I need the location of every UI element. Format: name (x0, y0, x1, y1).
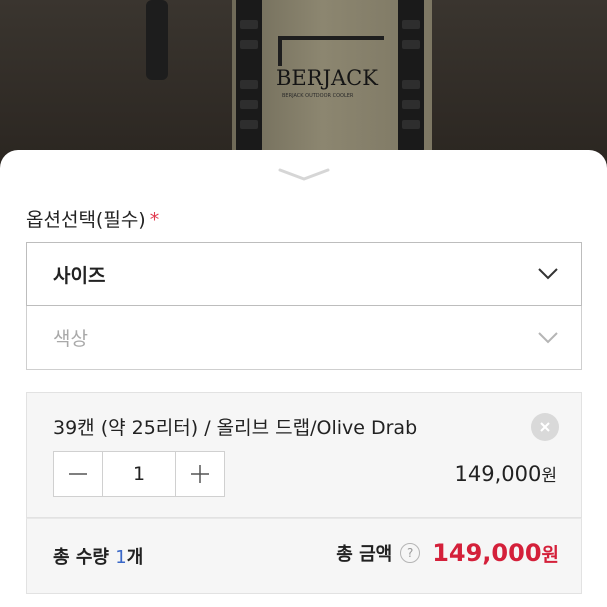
decrement-button[interactable] (54, 452, 102, 496)
close-icon (540, 422, 550, 432)
chevron-down-icon[interactable] (276, 164, 332, 184)
total-quantity-label: 총 수량 (53, 547, 109, 568)
total-quantity-unit: 개 (126, 547, 144, 568)
product-photo: BERJACK BERJACK OUTDOOR COOLER (0, 0, 607, 175)
bag-zipper (278, 36, 384, 40)
option-title-text: 옵션선택(필수) (26, 209, 146, 231)
option-title: 옵션선택(필수) * (26, 205, 159, 232)
brand-logo-text: BERJACK (276, 66, 378, 90)
chevron-down-icon (538, 268, 558, 280)
question-icon[interactable]: ? (400, 543, 421, 563)
option-bottom-sheet: 옵션선택(필수) * 사이즈 색상 39캔 (약 25리터) / 올리브 드랩/O… (0, 150, 607, 607)
product-option-page: BERJACK BERJACK OUTDOOR COOLER 옵션선택(필수) *… (0, 0, 607, 607)
size-select-label: 사이즈 (53, 264, 106, 287)
bag-zipper-pull (278, 38, 282, 66)
selected-item-name: 39캔 (약 25리터) / 올리브 드랩/Olive Drab (53, 417, 418, 439)
color-select[interactable]: 색상 (26, 306, 582, 370)
chevron-down-icon (538, 331, 558, 343)
brand-sub-text: BERJACK OUTDOOR COOLER (282, 93, 354, 99)
plus-icon (191, 465, 209, 483)
quantity-value[interactable]: 1 (102, 452, 176, 496)
total-quantity: 총 수량 1개 (53, 543, 143, 569)
color-select-label: 색상 (53, 328, 88, 350)
total-amount-value: 149,000 (432, 539, 542, 567)
item-price: 149,000원 (455, 461, 557, 486)
size-select[interactable]: 사이즈 (26, 242, 582, 306)
total-amount: 총 금액 ? 149,000 원 (336, 539, 559, 567)
total-quantity-value: 1 (115, 547, 127, 568)
required-mark: * (149, 209, 160, 231)
item-price-value: 149,000 (454, 462, 542, 486)
total-amount-unit: 원 (541, 543, 559, 566)
minus-icon (69, 473, 87, 475)
total-amount-label: 총 금액 (336, 544, 393, 565)
selected-item: 39캔 (약 25리터) / 올리브 드랩/Olive Drab 1 149,0… (26, 392, 582, 518)
quantity-stepper: 1 (53, 451, 225, 497)
remove-item-button[interactable] (531, 413, 559, 441)
bag-side-handle (146, 0, 168, 80)
order-summary: 총 수량 1개 총 금액 ? 149,000 원 (26, 518, 582, 594)
increment-button[interactable] (176, 452, 224, 496)
bag-strap-right (398, 0, 424, 155)
item-price-unit: 원 (541, 466, 557, 486)
bag-strap-left (236, 0, 262, 155)
